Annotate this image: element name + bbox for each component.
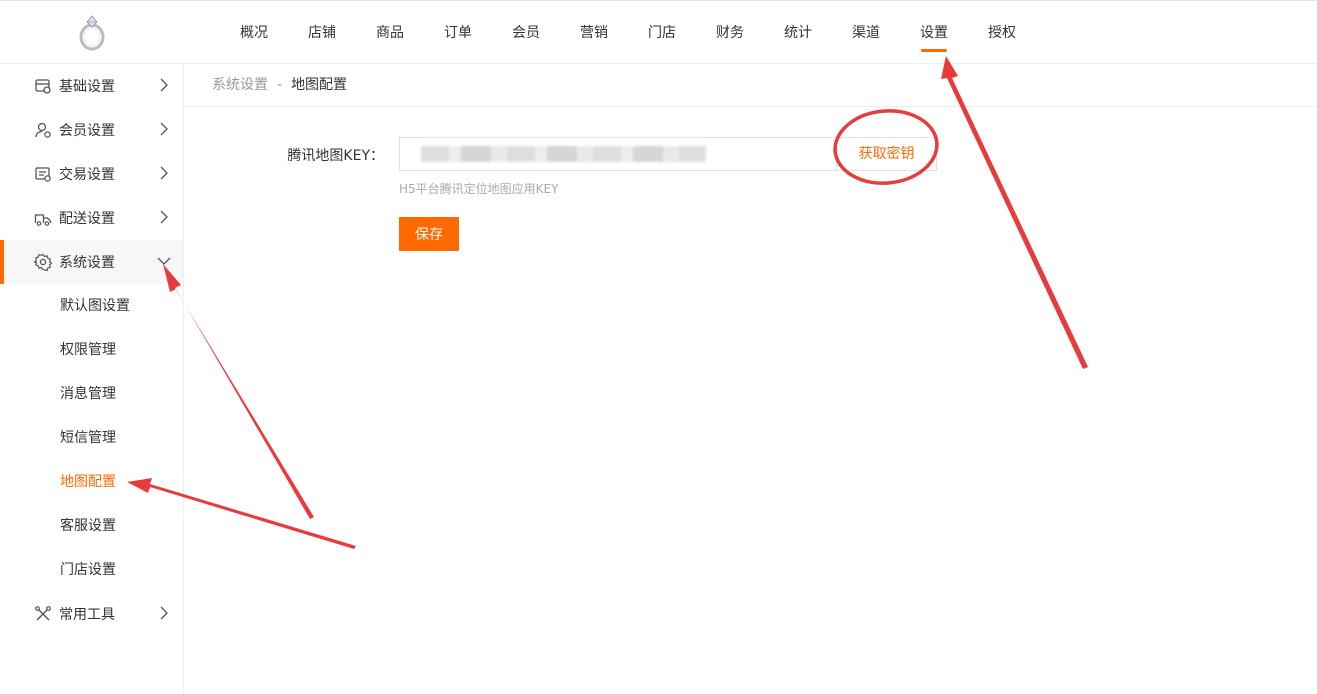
breadcrumb-current: 地图配置 xyxy=(291,77,348,93)
sidebar-subitem-messages[interactable]: 消息管理 xyxy=(0,372,183,416)
chevron-right-icon xyxy=(160,78,168,92)
sidebar-item-label: 常用工具 xyxy=(59,607,115,623)
gear-icon xyxy=(34,253,52,271)
main-nav: 概况 店铺 商品 订单 会员 营销 门店 财务 统计 渠道 设置 授权 xyxy=(220,0,1036,64)
map-key-input[interactable] xyxy=(399,137,836,171)
delivery-truck-icon xyxy=(34,209,52,227)
sidebar-subitem-sms[interactable]: 短信管理 xyxy=(0,416,183,460)
nav-shop[interactable]: 店铺 xyxy=(288,0,356,64)
sidebar-item-label: 系统设置 xyxy=(59,255,115,271)
sidebar-subitem-map-config[interactable]: 地图配置 xyxy=(0,460,183,504)
settings-card-icon xyxy=(34,77,52,95)
sidebar-item-common-tools[interactable]: 常用工具 xyxy=(0,592,183,636)
annotation-arrow-to-system-settings xyxy=(163,264,314,519)
sidebar-item-label: 配送设置 xyxy=(59,211,115,227)
nav-orders[interactable]: 订单 xyxy=(424,0,492,64)
breadcrumb-separator: - xyxy=(277,77,283,93)
chevron-right-icon xyxy=(160,606,168,620)
top-bar: 概况 店铺 商品 订单 会员 营销 门店 财务 统计 渠道 设置 授权 xyxy=(0,0,1317,64)
nav-statistics[interactable]: 统计 xyxy=(764,0,832,64)
chevron-right-icon xyxy=(160,166,168,180)
nav-members[interactable]: 会员 xyxy=(492,0,560,64)
nav-overview[interactable]: 概况 xyxy=(220,0,288,64)
sidebar-subitem-store-settings[interactable]: 门店设置 xyxy=(0,548,183,592)
save-button[interactable]: 保存 xyxy=(399,217,459,251)
sidebar-item-label: 交易设置 xyxy=(59,167,115,183)
sidebar-subitem-default-image[interactable]: 默认图设置 xyxy=(0,284,183,328)
sidebar-item-system-settings[interactable]: 系统设置 xyxy=(0,240,183,284)
sidebar-item-trade-settings[interactable]: 交易设置 xyxy=(0,152,183,196)
chevron-right-icon xyxy=(160,210,168,224)
chevron-right-icon xyxy=(160,122,168,136)
sidebar: 基础设置 会员设置 交易设置 配送设置 系统设置 默认图设置 权限管理 消息管理… xyxy=(0,64,184,694)
logo[interactable] xyxy=(0,0,184,64)
map-key-hint: H5平台腾讯定位地图应用KEY xyxy=(399,182,559,196)
breadcrumb: 系统设置 - 地图配置 xyxy=(184,64,1317,107)
chevron-down-icon xyxy=(157,257,171,265)
trade-settings-icon xyxy=(34,165,52,183)
nav-stores[interactable]: 门店 xyxy=(628,0,696,64)
sidebar-subitem-permissions[interactable]: 权限管理 xyxy=(0,328,183,372)
tools-icon xyxy=(34,605,52,623)
nav-settings[interactable]: 设置 xyxy=(900,0,968,64)
nav-marketing[interactable]: 营销 xyxy=(560,0,628,64)
sidebar-item-label: 会员设置 xyxy=(59,123,115,139)
nav-channels[interactable]: 渠道 xyxy=(832,0,900,64)
sidebar-item-label: 基础设置 xyxy=(59,79,115,95)
ring-logo-icon xyxy=(79,15,105,51)
nav-finance[interactable]: 财务 xyxy=(696,0,764,64)
sidebar-subitem-customer-service[interactable]: 客服设置 xyxy=(0,504,183,548)
sidebar-item-delivery-settings[interactable]: 配送设置 xyxy=(0,196,183,240)
map-key-label: 腾讯地图KEY： xyxy=(287,148,384,164)
member-settings-icon xyxy=(34,121,52,139)
nav-goods[interactable]: 商品 xyxy=(356,0,424,64)
get-key-button[interactable]: 获取密钥 xyxy=(836,137,937,171)
sidebar-item-member-settings[interactable]: 会员设置 xyxy=(0,108,183,152)
sidebar-item-basic-settings[interactable]: 基础设置 xyxy=(0,64,183,108)
nav-authorization[interactable]: 授权 xyxy=(968,0,1036,64)
breadcrumb-parent[interactable]: 系统设置 xyxy=(212,77,268,93)
